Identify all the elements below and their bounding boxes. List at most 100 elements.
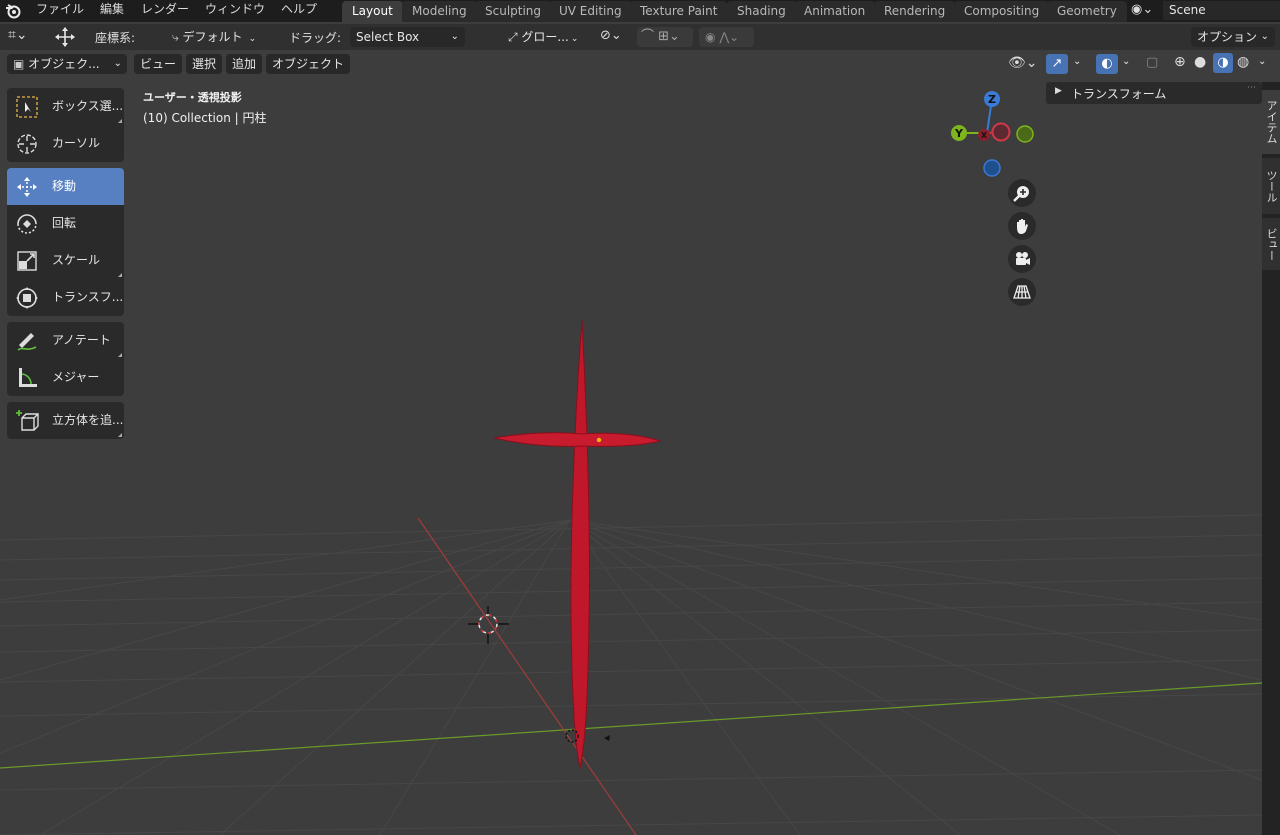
menu-window[interactable]: ウィンドウ [205,0,265,22]
view-name-label: ユーザー・透視投影 [143,91,242,104]
menu-edit[interactable]: 編集 [100,0,124,22]
disclosure-triangle-icon: ▶ [1055,86,1062,96]
transform-panel-title: トランスフォーム [1071,87,1167,101]
chevron-down-icon: ⌄ [248,34,257,44]
drag-handle-icon[interactable]: ⋯ [1247,83,1256,93]
tool-label: 移動 [52,179,77,193]
global-orientation-icon: ⤢ [508,30,522,44]
scene-selector-icon[interactable]: ◉⌄ [1131,2,1153,17]
menu-file[interactable]: ファイル [36,0,84,22]
collection-info-label: (10) Collection | 円柱 [143,111,267,125]
tab-compositing[interactable]: Compositing [954,1,1050,22]
tab-sculpting[interactable]: Sculpting [475,1,552,22]
tool-measure[interactable]: メジャー [7,359,124,396]
tab-view[interactable]: ビュー [1262,218,1280,270]
menu-render[interactable]: レンダー [141,0,189,22]
navigation-gizmo[interactable]: Z Y X [945,88,1040,183]
xray-toggle-icon[interactable]: ▢ [1146,55,1158,70]
snap-toggle-group[interactable]: ⌒ ⊞⌄ [637,27,693,47]
tab-texture-paint[interactable]: Texture Paint [630,1,728,22]
drag-value: Select Box [356,30,420,44]
viewport-menu-select[interactable]: 選択 [186,54,223,74]
pan-button[interactable] [1008,212,1036,240]
chevron-down-icon[interactable]: ⌄ [1073,56,1081,67]
transform-icon [16,287,38,309]
annotate-icon [17,333,37,351]
tool-label: スケール [52,253,101,267]
blender-logo-icon[interactable] [4,2,22,20]
tool-label: カーソル [52,136,101,150]
shading-solid-icon[interactable]: ● [1194,54,1206,70]
pivot-dropdown[interactable]: ⤢ グロー... ⌄ [508,27,578,47]
box-select-icon [16,96,38,118]
chevron-down-icon: ⌄ [570,34,579,44]
tab-rendering[interactable]: Rendering [874,1,956,22]
gizmo-x-label: X [981,131,988,140]
tab-tool[interactable]: ツール [1262,158,1280,214]
magnet-snap-icon: ⌒ [641,29,655,44]
tab-shading[interactable]: Shading [727,1,796,22]
camera-icon [1016,252,1030,265]
3d-cursor-icon[interactable] [468,606,509,644]
overlay-toggle-icon[interactable]: ◐ [1096,54,1118,74]
transform-orientation-dropdown[interactable]: ⤷ デフォルト ⌄ [172,27,256,47]
zoom-button[interactable] [1008,179,1036,207]
visibility-eye-icon[interactable]: 👁⌄ [1008,55,1038,71]
snap-increment-icon: ⊞⌄ [658,29,680,44]
tab-layout[interactable]: Layout [342,1,403,22]
drag-select-dropdown[interactable]: Select Box ⌄ [350,27,465,47]
camera-view-button[interactable] [1008,245,1036,273]
tool-cursor[interactable]: カーソル [7,125,124,162]
tool-transform[interactable]: トランスフ... [7,279,124,316]
viewport-menu-add[interactable]: 追加 [226,54,263,74]
tab-item[interactable]: アイテム [1262,90,1280,154]
perspective-toggle-button[interactable] [1008,278,1036,306]
proportional-edit-icon: ◉ [705,30,716,44]
options-label: オプション [1197,30,1258,44]
editor-type-icon[interactable]: ⌗⌄ [8,27,28,43]
object-mode-dropdown[interactable]: ▣ オブジェク... ⌄ [7,54,127,74]
chevron-down-icon: ⌄ [1260,31,1269,42]
gizmo-y-label: Y [954,127,964,140]
options-dropdown[interactable]: オプション ⌄ [1191,27,1275,47]
tab-geometry[interactable]: Geometry [1047,1,1127,22]
chevron-down-icon[interactable]: ⌄ [1122,56,1130,67]
shading-rendered-icon[interactable]: ◍ [1237,54,1249,70]
tool-label: アノテート [52,333,111,347]
tab-animation[interactable]: Animation [794,1,876,22]
top-menubar: ファイル 編集 レンダー ウィンドウ ヘルプ Layout Modeling S… [0,0,1280,22]
tool-shelf: ボックス選... カーソル 移動 回転 スケール トランスフ... アノテート [7,88,124,445]
tab-uv-editing[interactable]: UV Editing [549,1,632,22]
sidebar-tabs: アイテム ツール ビュー [1262,82,1280,835]
viewport-3d[interactable] [0,75,1262,835]
tool-rotate[interactable]: 回転 [7,205,124,242]
proportional-edit-group[interactable]: ◉ ⋀⌄ [699,27,754,47]
tool-scale[interactable]: スケール [7,242,124,279]
scene-name[interactable]: Scene [1163,1,1280,20]
tool-group-select: ボックス選... カーソル [7,88,124,162]
tab-modeling[interactable]: Modeling [402,1,477,22]
tool-add-cube[interactable]: 立方体を追... [7,402,124,439]
chevron-down-icon[interactable]: ⌄ [1258,56,1266,67]
tool-label: 立方体を追... [52,413,124,427]
shading-material-icon[interactable]: ◑ [1213,53,1233,73]
gizmo-toggle-icon[interactable]: ↗ [1046,54,1068,74]
object-mode-icon: ▣ [13,57,29,71]
shading-wireframe-icon[interactable]: ⊕ [1174,54,1186,70]
transform-panel-header[interactable]: ▶ トランスフォーム ⋯ [1046,82,1262,104]
orientation-value: デフォルト [182,30,243,44]
tool-label: ボックス選... [52,99,124,113]
viewport-menu-view[interactable]: ビュー [134,54,183,74]
tool-move[interactable]: 移動 [7,168,124,205]
tool-settings-header: ⌗⌄ 座標系: ⤷ デフォルト ⌄ ドラッグ: Select Box ⌄ ⤢ グロー… [0,24,1280,50]
menu-help[interactable]: ヘルプ [281,0,317,22]
tool-box-select[interactable]: ボックス選... [7,88,124,125]
add-cube-icon [16,410,39,431]
tool-label: 回転 [52,216,77,230]
viewport-menu-object[interactable]: オブジェクト [266,54,351,74]
move-icon [17,177,37,197]
floor-grid [0,514,1262,835]
tool-annotate[interactable]: アノテート [7,322,124,359]
pivot-value: グロー... [521,30,569,44]
pivot-point-icon[interactable]: ⊘⌄ [600,28,622,43]
